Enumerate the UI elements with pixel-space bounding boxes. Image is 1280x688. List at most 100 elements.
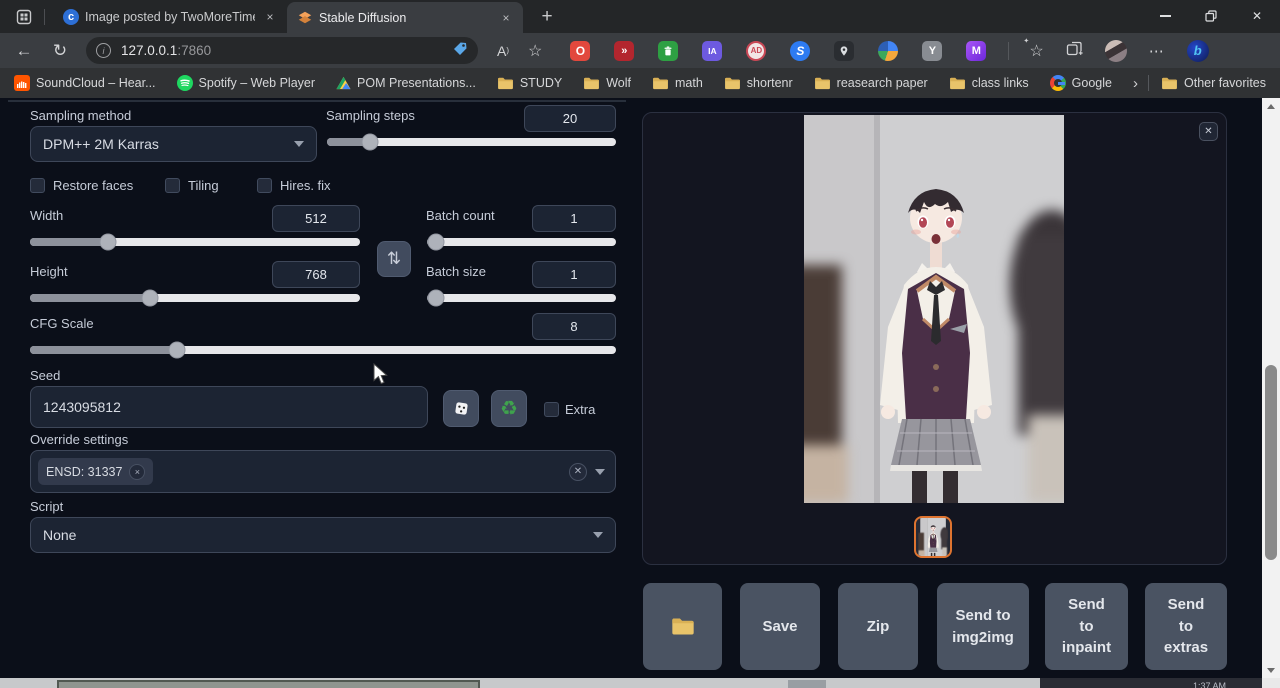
- profile-avatar[interactable]: [1105, 40, 1127, 62]
- bookmark-folder-wolf[interactable]: Wolf: [583, 76, 631, 90]
- gallery-close-button[interactable]: ✕: [1199, 122, 1218, 141]
- folder-icon: [497, 77, 514, 90]
- scroll-down-arrow[interactable]: [1262, 662, 1280, 678]
- extra-seed-checkbox[interactable]: [544, 402, 559, 417]
- collections-icon[interactable]: [1066, 40, 1083, 62]
- trash-extension-icon[interactable]: [658, 41, 678, 61]
- ad-extension-icon[interactable]: AD: [746, 41, 766, 61]
- bookmark-folder-study[interactable]: STUDY: [497, 76, 562, 90]
- batch-count-slider[interactable]: [427, 238, 616, 246]
- bookmark-folder-class-links[interactable]: class links: [949, 76, 1029, 90]
- open-output-folder-button[interactable]: [643, 583, 722, 670]
- slider-handle[interactable]: [427, 290, 444, 307]
- height-slider[interactable]: [30, 294, 360, 302]
- save-button[interactable]: Save: [740, 583, 820, 670]
- sampling-steps-label: Sampling steps: [326, 108, 415, 123]
- shazam-extension-icon[interactable]: S: [790, 41, 810, 61]
- bookmark-folder-math[interactable]: math: [652, 76, 703, 90]
- seed-input[interactable]: [30, 386, 428, 428]
- read-aloud-icon[interactable]: A): [497, 43, 509, 59]
- clear-override-settings-icon[interactable]: ✕: [569, 463, 587, 481]
- bing-chat-icon[interactable]: b: [1187, 40, 1209, 62]
- width-value[interactable]: 512: [272, 205, 360, 232]
- batch-count-value[interactable]: 1: [532, 205, 616, 232]
- chevron-down-icon: [593, 532, 603, 538]
- send-to-inpaint-button[interactable]: Send to inpaint: [1045, 583, 1128, 670]
- new-tab-button[interactable]: +: [533, 3, 561, 31]
- restore-button[interactable]: [1188, 0, 1234, 32]
- restore-faces-checkbox[interactable]: [30, 178, 45, 193]
- favorites-star-icon[interactable]: ✦☆: [1029, 41, 1043, 61]
- random-seed-dice-button[interactable]: [443, 390, 479, 427]
- bookmark-folder-shortenr[interactable]: shortenr: [724, 76, 793, 90]
- scroll-up-arrow[interactable]: [1262, 98, 1280, 114]
- generated-image[interactable]: [804, 115, 1064, 503]
- pin-extension-icon[interactable]: [834, 41, 854, 61]
- refresh-button[interactable]: ↻: [46, 37, 74, 65]
- bookmark-other-favorites[interactable]: Other favorites: [1161, 76, 1266, 90]
- minimize-icon: [1160, 15, 1171, 17]
- batch-size-label: Batch size: [426, 264, 486, 279]
- bookmark-pom-presentations[interactable]: POM Presentations...: [336, 76, 476, 90]
- shopping-tag-icon[interactable]: [452, 41, 468, 60]
- back-button[interactable]: ←: [10, 37, 38, 65]
- add-favorite-star-icon[interactable]: ☆: [528, 41, 542, 61]
- taskbar-app-button[interactable]: [788, 680, 826, 688]
- override-setting-chip[interactable]: ENSD: 31337 ×: [38, 458, 153, 485]
- browser-tab-2-active[interactable]: Stable Diffusion ×: [287, 2, 523, 33]
- send-to-img2img-button[interactable]: Send to img2img: [937, 583, 1029, 670]
- slider-handle[interactable]: [142, 290, 159, 307]
- bookmark-spotify[interactable]: Spotify – Web Player: [177, 75, 316, 91]
- scrollbar-thumb[interactable]: [1265, 365, 1277, 560]
- remove-chip-icon[interactable]: ×: [129, 464, 145, 480]
- browser-tab-1[interactable]: c Image posted by TwoMoreTimes ×: [53, 0, 287, 33]
- ia-extension-icon[interactable]: IA: [702, 41, 722, 61]
- soundcloud-icon: [14, 75, 30, 91]
- tab-actions-menu-icon[interactable]: [12, 5, 36, 29]
- cfg-scale-value[interactable]: 8: [532, 313, 616, 340]
- settings-more-icon[interactable]: ⋯: [1149, 42, 1165, 60]
- height-value[interactable]: 768: [272, 261, 360, 288]
- generated-image-thumbnail[interactable]: [914, 516, 952, 558]
- swap-width-height-button[interactable]: ⇅: [377, 241, 411, 277]
- batch-size-slider[interactable]: [427, 294, 616, 302]
- bookmark-folder-reasearch-paper[interactable]: reasearch paper: [814, 76, 928, 90]
- slider-handle[interactable]: [99, 234, 116, 251]
- cfg-scale-slider[interactable]: [30, 346, 616, 354]
- m-extension-icon[interactable]: M: [966, 41, 986, 61]
- bookmarks-overflow-chevron-icon[interactable]: ›: [1133, 75, 1138, 92]
- send-to-extras-button[interactable]: Send to extras: [1145, 583, 1227, 670]
- sampling-steps-value[interactable]: 20: [524, 105, 616, 132]
- page-scrollbar[interactable]: [1262, 98, 1280, 678]
- address-bar[interactable]: i 127.0.0.1 :7860: [86, 37, 478, 64]
- script-dropdown[interactable]: None: [30, 517, 616, 553]
- site-info-icon[interactable]: i: [96, 43, 111, 58]
- slider-handle[interactable]: [168, 342, 185, 359]
- circle-o-extension-icon[interactable]: O: [570, 41, 590, 61]
- bookmark-google[interactable]: Google: [1050, 75, 1112, 91]
- height-label: Height: [30, 264, 68, 279]
- sampling-steps-slider[interactable]: [327, 138, 616, 146]
- tab-close-icon[interactable]: ×: [497, 9, 515, 27]
- sampling-method-dropdown[interactable]: DPM++ 2M Karras: [30, 126, 317, 162]
- globe-extension-icon[interactable]: [878, 41, 898, 61]
- minimize-button[interactable]: [1142, 0, 1188, 32]
- reuse-seed-button[interactable]: ♻: [491, 390, 527, 427]
- hires-fix-checkbox[interactable]: [257, 178, 272, 193]
- tiling-checkbox[interactable]: [165, 178, 180, 193]
- script-label: Script: [30, 499, 63, 514]
- zip-button[interactable]: Zip: [838, 583, 918, 670]
- windows-taskbar-partial: 1:37 AM: [0, 678, 1280, 688]
- fast-forward-extension-icon[interactable]: »: [614, 41, 634, 61]
- close-window-button[interactable]: ✕: [1234, 0, 1280, 32]
- width-slider[interactable]: [30, 238, 360, 246]
- batch-size-value[interactable]: 1: [532, 261, 616, 288]
- bookmarks-divider: [1148, 75, 1149, 91]
- slider-handle[interactable]: [362, 134, 379, 151]
- slider-handle[interactable]: [427, 234, 444, 251]
- toolbar-right-icons: ✦☆ ⋯ b: [1029, 40, 1208, 62]
- bookmark-soundcloud[interactable]: SoundCloud – Hear...: [14, 75, 156, 91]
- tab-close-icon[interactable]: ×: [261, 8, 279, 26]
- y-extension-icon[interactable]: Y: [922, 41, 942, 61]
- taskbar-search-box[interactable]: [57, 680, 480, 688]
